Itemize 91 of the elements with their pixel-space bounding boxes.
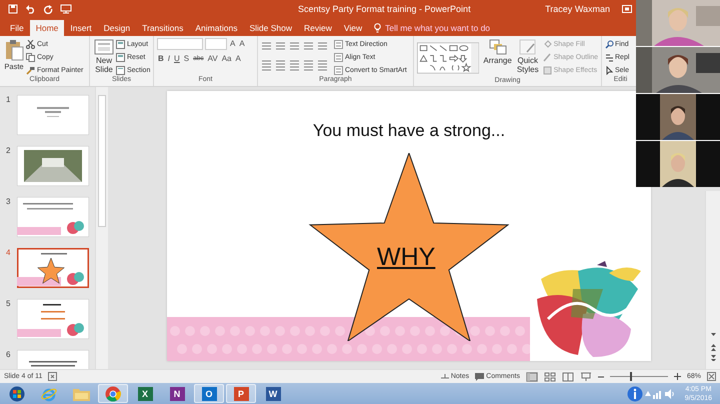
section-icon (116, 66, 125, 75)
fit-slide-icon[interactable] (707, 372, 716, 382)
slide-thumbnail[interactable] (17, 299, 89, 340)
ribbon-tab[interactable]: Review (298, 20, 338, 36)
taskbar-app[interactable]: N (162, 384, 192, 404)
slide-number: 3 (6, 197, 12, 206)
ribbon-tab[interactable]: File (4, 20, 30, 36)
star-label: WHY (377, 243, 436, 272)
pencil-icon (542, 52, 552, 62)
slide-thumbnail[interactable] (17, 248, 89, 288)
font-size-field[interactable] (205, 38, 227, 50)
tray-arrow-icon[interactable] (644, 391, 651, 396)
cursor-icon (605, 66, 614, 75)
slide-thumbnail[interactable] (17, 95, 89, 136)
slide-thumbnail[interactable] (17, 197, 89, 238)
taskbar-app[interactable]: O (194, 384, 224, 404)
network-icon[interactable] (652, 388, 663, 399)
new-slide-button[interactable]: New Slide (93, 38, 115, 75)
replace-icon (605, 52, 614, 62)
ribbon-tab[interactable]: Slide Show (243, 20, 298, 36)
taskbar-app[interactable]: X (130, 384, 160, 404)
format-button[interactable]: AV (206, 54, 219, 63)
format-button[interactable]: Aa (220, 54, 232, 63)
windows-logo-icon (9, 386, 25, 402)
normal-view-icon[interactable] (526, 372, 538, 382)
font-name-field[interactable] (157, 38, 203, 50)
format-button[interactable]: B (157, 54, 165, 63)
slide-number: 5 (6, 299, 12, 308)
layout-icon (116, 40, 125, 49)
text-layout-icon (334, 40, 343, 49)
scissors-icon (26, 40, 35, 49)
slide-number: 2 (6, 146, 12, 156)
ribbon-tab[interactable]: Transitions (136, 20, 190, 36)
brush-icon (26, 66, 35, 75)
minus-icon[interactable] (598, 374, 604, 380)
notes-icon (440, 372, 449, 381)
slide-navigation-icon[interactable] (708, 331, 718, 362)
restore-icon[interactable] (622, 4, 632, 13)
info-icon[interactable] (626, 386, 643, 402)
scrollbar[interactable] (705, 191, 720, 370)
save-icon[interactable] (8, 4, 18, 14)
plus-icon[interactable] (674, 373, 681, 380)
ribbon-tab[interactable]: Animations (189, 20, 244, 36)
grow-font-button[interactable]: A (229, 39, 236, 48)
spellcheck-icon[interactable] (48, 372, 58, 382)
chrome-icon (105, 386, 121, 402)
presentation-icon[interactable] (60, 4, 72, 14)
format-button[interactable]: I (166, 54, 172, 63)
slide-icon (94, 38, 114, 55)
reset-icon (116, 52, 125, 62)
format-button[interactable]: A (234, 54, 242, 63)
slide-title: You must have a strong... (312, 121, 506, 142)
folder-icon (72, 386, 90, 401)
taskbar-app[interactable]: P (226, 384, 256, 404)
speaker-icon[interactable] (664, 388, 675, 399)
copy-icon (26, 52, 35, 62)
quick-styles-button[interactable]: Quick Styles (516, 38, 540, 75)
slide-number: 4 (6, 248, 12, 258)
user-name: Tracey Waxman (545, 4, 610, 14)
undo-icon[interactable] (25, 4, 36, 14)
ribbon-tab[interactable]: View (338, 20, 368, 36)
clipboard-icon (4, 38, 24, 61)
slideshow-icon[interactable] (580, 372, 592, 382)
tell-me-search[interactable]: Tell me what you want to do (374, 20, 490, 36)
search-icon (605, 40, 614, 49)
quick-styles-icon (518, 38, 537, 55)
window-title: Scentsy Party Format training - PowerPoint (298, 4, 471, 14)
format-button[interactable]: S (182, 54, 190, 63)
text-layout-icon (334, 66, 343, 75)
ribbon-tab[interactable]: Home (30, 20, 64, 36)
taskbar-app[interactable] (98, 384, 128, 404)
redo-icon[interactable] (43, 4, 53, 14)
slide-number: 6 (6, 350, 12, 360)
shape-effects-icon (542, 66, 552, 75)
slide-number: 1 (6, 95, 12, 104)
lightbulb-icon (374, 22, 382, 33)
arrange-icon (488, 38, 507, 55)
browser-icon (41, 386, 57, 402)
format-button[interactable]: U (173, 54, 181, 63)
scrollbar[interactable] (95, 87, 108, 370)
speech-bubble-icon (475, 372, 484, 381)
text-layout-icon (334, 52, 343, 62)
paint-bucket-icon (542, 40, 552, 49)
slide-thumbnail[interactable] (17, 146, 89, 186)
taskbar-app[interactable]: W (258, 384, 288, 404)
ribbon-tab[interactable]: Insert (64, 20, 98, 36)
reading-view-icon[interactable] (562, 372, 574, 382)
grid-view-icon[interactable] (544, 372, 556, 382)
arrange-button[interactable]: Arrange (482, 38, 513, 66)
shrink-font-button[interactable]: A (238, 39, 246, 48)
ribbon-tab[interactable]: Design (98, 20, 136, 36)
